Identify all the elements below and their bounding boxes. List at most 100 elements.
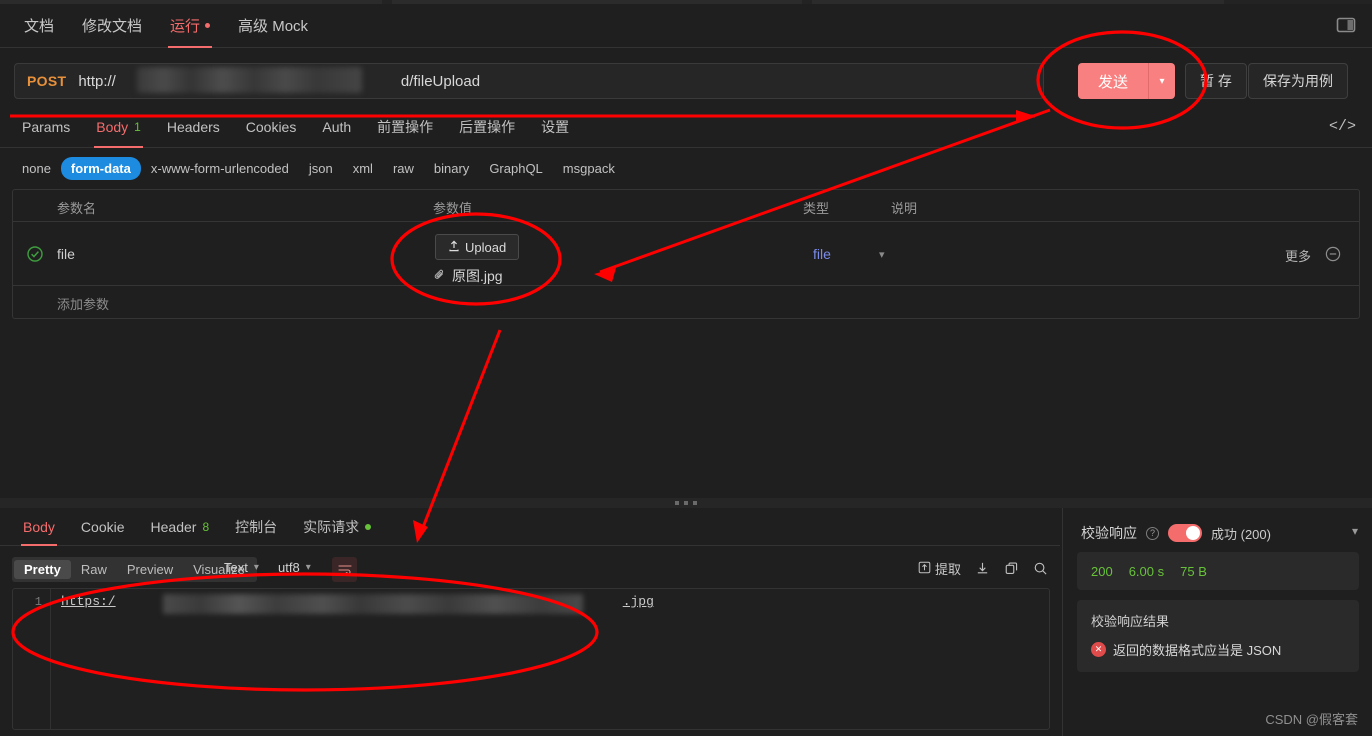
body-type-binary[interactable]: binary bbox=[424, 157, 479, 180]
body-type-label: json bbox=[308, 160, 333, 176]
request-tab-settings[interactable]: 设置 bbox=[528, 106, 582, 148]
view-mode-pretty[interactable]: Pretty bbox=[14, 560, 71, 579]
request-tab-headers[interactable]: Headers bbox=[154, 106, 233, 148]
param-type-value[interactable]: file bbox=[813, 246, 831, 262]
response-tab-header[interactable]: Header 8 bbox=[138, 508, 223, 546]
watermark: CSDN @假客套 bbox=[1265, 712, 1358, 727]
chevron-down-icon[interactable]: ▾ bbox=[1149, 63, 1176, 99]
body-type-msgpack[interactable]: msgpack bbox=[553, 157, 625, 180]
extract-label: 提取 bbox=[934, 562, 961, 577]
response-url-redacted-blur bbox=[163, 594, 583, 614]
view-mode-raw[interactable]: Raw bbox=[71, 560, 117, 579]
url-text: http://xxxxxxxxxxxxxxxxxxxxxxxxxxxxxxxxx… bbox=[78, 66, 480, 93]
main-tab-label: 高级 Mock bbox=[238, 18, 309, 35]
stage-save-button[interactable]: 暂 存 bbox=[1185, 63, 1247, 99]
format-select[interactable]: Text ▾ bbox=[224, 560, 259, 575]
request-tab-bar: Params Body 1 Headers Cookies Auth 前置操作 … bbox=[0, 106, 1372, 148]
attached-file[interactable]: 原图.jpg bbox=[433, 266, 503, 286]
body-type-urlencoded[interactable]: x-www-form-urlencoded bbox=[141, 157, 299, 180]
body-type-graphql[interactable]: GraphQL bbox=[479, 157, 552, 180]
response-time: 6.00 s bbox=[1128, 563, 1165, 579]
request-tab-pre-operation[interactable]: 前置操作 bbox=[364, 106, 446, 148]
body-type-json[interactable]: json bbox=[299, 157, 343, 180]
splitter-dot bbox=[675, 501, 679, 505]
search-icon[interactable] bbox=[1033, 561, 1048, 576]
panel-splitter[interactable] bbox=[0, 498, 1372, 508]
copy-icon[interactable] bbox=[1004, 561, 1019, 576]
column-header-name: 参数名 bbox=[57, 201, 97, 216]
response-tab-badge: 8 bbox=[202, 519, 210, 534]
panel-layout-icon[interactable] bbox=[1336, 16, 1358, 36]
attached-file-name: 原图.jpg bbox=[452, 268, 503, 284]
main-tab-edit-doc[interactable]: 修改文档 bbox=[68, 4, 156, 48]
column-header-desc: 说明 bbox=[891, 201, 918, 216]
error-icon: ✕ bbox=[1091, 642, 1106, 657]
validation-error-row: ✕ 返回的数据格式应当是 JSON bbox=[1091, 640, 1345, 659]
body-type-raw[interactable]: raw bbox=[383, 157, 424, 180]
request-tab-auth[interactable]: Auth bbox=[309, 106, 364, 148]
request-tab-badge: 1 bbox=[134, 119, 141, 134]
save-as-case-label: 保存为用例 bbox=[1263, 73, 1333, 89]
response-tab-body[interactable]: Body bbox=[10, 508, 68, 546]
response-tab-cookie[interactable]: Cookie bbox=[68, 508, 138, 546]
table-add-row[interactable]: 添加参数 bbox=[13, 286, 1359, 318]
format-select-value: Text bbox=[224, 560, 248, 575]
body-type-form-data[interactable]: form-data bbox=[60, 156, 141, 180]
code-brackets-icon[interactable]: </> bbox=[1329, 118, 1356, 135]
body-type-label: xml bbox=[352, 160, 373, 176]
request-tab-post-operation[interactable]: 后置操作 bbox=[446, 106, 528, 148]
add-param-label: 添加参数 bbox=[57, 297, 110, 312]
main-tab-doc[interactable]: 文档 bbox=[10, 4, 68, 48]
chevron-down-icon[interactable]: ▾ bbox=[879, 248, 885, 261]
question-circle-icon[interactable]: ? bbox=[1146, 526, 1159, 540]
table-row: file Upload 原图.jpg file ▾ 更多 bbox=[13, 222, 1359, 286]
response-tools: 提取 bbox=[918, 559, 1048, 578]
app-root: 文档 修改文档 运行 高级 Mock POST http://xxxxxxxxx… bbox=[0, 0, 1372, 736]
request-tab-body[interactable]: Body 1 bbox=[83, 106, 154, 148]
minus-circle-icon[interactable] bbox=[1325, 246, 1341, 262]
chevron-down-icon[interactable]: ▾ bbox=[1352, 524, 1358, 538]
main-tab-label: 修改文档 bbox=[82, 18, 143, 35]
save-as-case-button[interactable]: 保存为用例 bbox=[1248, 63, 1348, 99]
body-type-label: none bbox=[22, 160, 51, 176]
view-mode-preview[interactable]: Preview bbox=[117, 560, 183, 579]
response-view-mode-group: Pretty Raw Preview Visualize bbox=[12, 557, 257, 582]
main-tab-run[interactable]: 运行 bbox=[156, 4, 224, 48]
request-tab-label: Body bbox=[96, 118, 129, 135]
splitter-dot bbox=[693, 501, 697, 505]
unsaved-dot-icon bbox=[205, 23, 211, 28]
download-icon[interactable] bbox=[975, 561, 990, 576]
validation-result-card: 校验响应结果 ✕ 返回的数据格式应当是 JSON bbox=[1077, 600, 1359, 672]
request-tab-params[interactable]: Params bbox=[9, 106, 83, 148]
extract-button[interactable]: 提取 bbox=[918, 559, 961, 578]
more-link[interactable]: 更多 bbox=[1285, 246, 1311, 265]
request-tab-label: 设置 bbox=[541, 118, 570, 135]
request-tab-cookies[interactable]: Cookies bbox=[233, 106, 310, 148]
check-circle-icon[interactable] bbox=[27, 246, 43, 262]
main-tab-label: 文档 bbox=[24, 18, 55, 35]
response-stats: 200 6.00 s 75 B bbox=[1077, 552, 1359, 590]
form-data-table: 参数名 参数值 类型 说明 file Upload 原图.jpg file ▾ … bbox=[12, 189, 1360, 319]
send-button[interactable]: 发送 ▾ bbox=[1078, 63, 1176, 99]
response-tab-actual-request[interactable]: 实际请求 bbox=[290, 508, 384, 546]
upload-button[interactable]: Upload bbox=[435, 234, 520, 260]
url-input[interactable]: POST http://xxxxxxxxxxxxxxxxxxxxxxxxxxxx… bbox=[14, 63, 1044, 99]
response-body-editor[interactable]: 1 https:/xxxxxxxxxxxxxxxxxxxxxxxxxxxxxxx… bbox=[12, 588, 1050, 730]
view-mode-label: Preview bbox=[126, 562, 174, 577]
request-tab-label: Headers bbox=[166, 118, 220, 135]
chevron-down-icon: ▾ bbox=[305, 562, 311, 573]
toggle-knob bbox=[1186, 526, 1200, 540]
status-code: 200 bbox=[1091, 563, 1113, 579]
validation-toggle[interactable] bbox=[1168, 524, 1202, 542]
paperclip-icon bbox=[433, 268, 446, 284]
editor-gutter: 1 bbox=[13, 589, 51, 729]
response-body-line[interactable]: https:/xxxxxxxxxxxxxxxxxxxxxxxxxxxxxxxxx… bbox=[61, 594, 654, 614]
body-type-none[interactable]: none bbox=[12, 157, 61, 180]
main-tab-advanced-mock[interactable]: 高级 Mock bbox=[224, 4, 322, 48]
encoding-select[interactable]: utf8 ▾ bbox=[278, 560, 311, 575]
body-type-xml[interactable]: xml bbox=[343, 157, 383, 180]
body-type-label: GraphQL bbox=[489, 160, 543, 176]
param-name[interactable]: file bbox=[57, 246, 75, 262]
response-tab-console[interactable]: 控制台 bbox=[222, 508, 290, 546]
word-wrap-icon[interactable] bbox=[332, 557, 357, 582]
